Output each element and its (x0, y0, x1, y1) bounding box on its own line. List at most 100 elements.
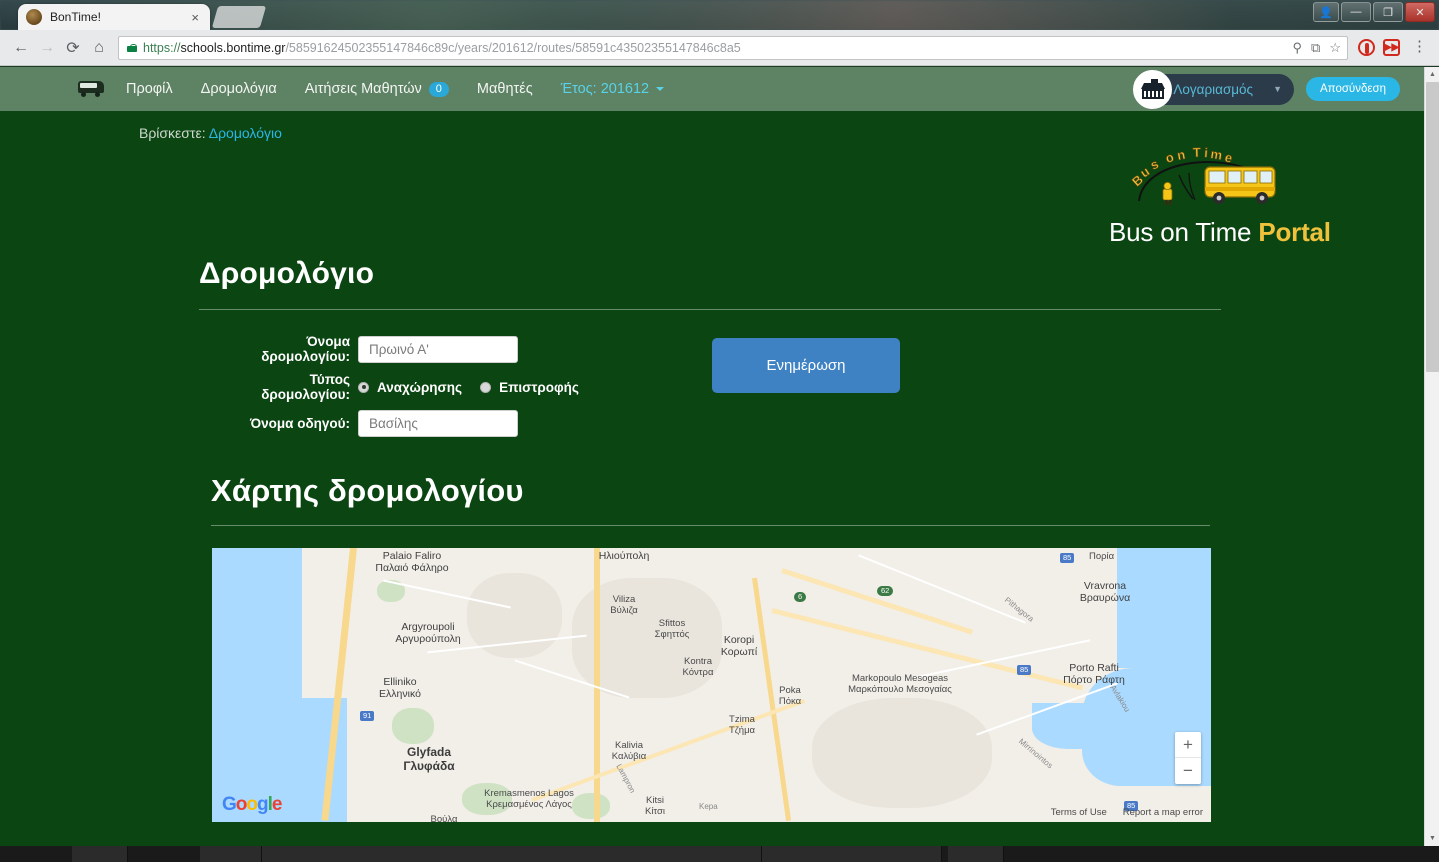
tab-close-icon[interactable]: × (188, 11, 202, 24)
road-shield-85-a: 85 (1017, 665, 1032, 675)
map-zoom-in-button[interactable]: + (1175, 732, 1201, 758)
map-label-poria: Πορία (1089, 551, 1115, 562)
os-taskbar (0, 846, 1439, 862)
toolbar-extensions: ▶▶ ⋮ (1354, 39, 1431, 56)
svg-text:e: e (1223, 149, 1234, 165)
chevron-down-icon (656, 87, 665, 91)
page-title: Δρομολόγιο (199, 257, 375, 290)
map-zoom-controls: + − (1175, 732, 1201, 784)
bookmark-star-icon[interactable]: ☆ (1329, 40, 1341, 56)
nav-item-profil[interactable]: Προφίλ (126, 81, 173, 97)
map-street-kepa: Kepa (699, 802, 718, 811)
child-figure-art (1162, 182, 1173, 205)
map-label-argyroupoli: Argyroupoli Αργυρούπολη (395, 621, 461, 645)
translate-icon[interactable]: ⧉ (1311, 40, 1320, 56)
user-profile-icon[interactable]: 👤 (1313, 2, 1339, 22)
svg-text:i: i (1204, 145, 1209, 160)
route-map[interactable]: Palaio Faliro Παλαιό Φάληρο Ηλιούπολη Arg… (212, 548, 1211, 822)
svg-text:T: T (1193, 145, 1202, 160)
map-hill-shade-2 (812, 698, 992, 808)
driver-name-input[interactable] (358, 410, 518, 437)
logout-button[interactable]: Αποσύνδεση (1306, 77, 1400, 101)
zoom-icon[interactable]: ⚲ (1293, 40, 1303, 56)
site-navbar: Προφίλ Δρομολόγια Αιτήσεις Μαθητών 0 Μαθ… (0, 67, 1424, 111)
nav-item-year-selector[interactable]: Έτος: 201612 (561, 81, 665, 97)
browser-toolbar: ← → ⟳ ⌂ https://schools.bontime.gr/58591… (0, 30, 1439, 66)
breadcrumb-current-link[interactable]: Δρομολόγιο (209, 125, 282, 141)
taskbar-item-2[interactable] (200, 846, 262, 862)
scroll-up-arrow-icon[interactable]: ▲ (1425, 67, 1439, 82)
downloader-extension-icon[interactable]: ▶▶ (1383, 39, 1400, 56)
reload-icon[interactable]: ⟳ (60, 35, 86, 61)
back-icon[interactable]: ← (8, 35, 34, 61)
route-form: Όνομα δρομολογίου: Τύπος δρομολογίου: Αν… (227, 334, 1424, 437)
bus-logo-icon[interactable] (78, 81, 104, 97)
bus-on-time-logo-icon: B u s o n T i m e (1109, 139, 1314, 217)
svg-text:o: o (1164, 149, 1176, 166)
page-scrollbar[interactable]: ▲ ▼ (1424, 67, 1439, 846)
breadcrumb-prefix: Βρίσκεστε: (139, 125, 206, 141)
lock-icon (127, 43, 137, 52)
nav-item-aitiseis-label: Αιτήσεις Μαθητών (304, 81, 422, 97)
window-controls: 👤 — ❐ ✕ (1313, 2, 1435, 22)
map-park-4 (572, 793, 610, 819)
url-text: https://schools.bontime.gr/5859162450235… (143, 41, 741, 55)
map-highway-diagonal-2 (781, 568, 973, 635)
window-maximize-button[interactable]: ❐ (1373, 2, 1403, 22)
chrome-menu-icon[interactable]: ⋮ (1408, 40, 1431, 54)
main-content: Δρομολόγιο Όνομα δρομολογίου: Τύπος δρομ… (0, 257, 1424, 822)
map-highway-mesogeion (531, 698, 806, 802)
update-button[interactable]: Ενημέρωση (712, 338, 900, 393)
window-minimize-button[interactable]: — (1341, 2, 1371, 22)
account-dropdown[interactable]: Λογαριασμός ▼ (1133, 69, 1294, 109)
svg-text:m: m (1210, 146, 1224, 163)
map-park-2 (392, 708, 434, 744)
map-label-elliniko: Elliniko Ελληνικό (379, 676, 421, 700)
taskbar-item-4[interactable] (762, 846, 942, 862)
route-name-input[interactable] (358, 335, 518, 363)
nav-item-profil-label: Προφίλ (126, 81, 173, 97)
radio-anachorisis-label: Αναχώρησης (377, 379, 463, 395)
home-icon[interactable]: ⌂ (86, 35, 112, 61)
taskbar-item-5[interactable] (948, 846, 1004, 862)
forward-icon[interactable]: → (34, 35, 60, 61)
nav-item-dromologia[interactable]: Δρομολόγια (201, 81, 277, 97)
driver-name-label: Όνομα οδηγού: (250, 416, 350, 431)
map-label-koropi: Koropi Κορωπί (720, 634, 758, 658)
map-label-glyfada: Glyfada Γλυφάδα (403, 745, 455, 773)
nav-item-aitiseis-mathiton[interactable]: Αιτήσεις Μαθητών 0 (305, 81, 449, 97)
svg-text:s: s (1148, 156, 1161, 173)
taskbar-item-3[interactable] (262, 846, 762, 862)
url-scheme: https:// (143, 40, 181, 55)
aitiseis-count-badge: 0 (428, 81, 449, 97)
tab-favicon-icon (26, 9, 42, 25)
taskbar-item-1[interactable] (72, 846, 128, 862)
scrollbar-thumb[interactable] (1426, 82, 1439, 372)
route-type-radio-group: Αναχώρησης Επιστροφής (358, 380, 589, 395)
address-bar[interactable]: https://schools.bontime.gr/5859162450235… (118, 35, 1348, 60)
map-water-east (1117, 548, 1211, 668)
opera-extension-icon[interactable] (1358, 39, 1375, 56)
route-type-label: Τύπος δρομολογίου: (261, 372, 350, 402)
map-terms-link[interactable]: Terms of Use (1051, 807, 1107, 818)
breadcrumb: Βρίσκεστε: Δρομολόγιο (139, 125, 282, 141)
nav-item-mathites-label: Μαθητές (476, 81, 533, 97)
new-tab-button[interactable] (211, 6, 267, 28)
account-chevron-down-icon: ▼ (1273, 84, 1282, 94)
radio-anachorisis[interactable] (358, 381, 369, 393)
browser-tab-bontime[interactable]: BonTime! × (18, 4, 210, 30)
map-park-3 (462, 783, 512, 815)
radio-epistrofis[interactable] (480, 381, 492, 393)
school-building-icon (1140, 79, 1166, 99)
map-label-markopoulo-mesogeas: Markopoulo Mesogeas Μαρκόπουλο Μεσογαίας (848, 673, 952, 695)
browser-title-bar: BonTime! × 👤 — ❐ ✕ (0, 0, 1439, 30)
url-path: /58591624502355147846c89c/years/201612/r… (285, 40, 741, 55)
scroll-down-arrow-icon[interactable]: ▼ (1425, 831, 1439, 846)
nav-item-mathites[interactable]: Μαθητές (477, 81, 533, 97)
window-close-button[interactable]: ✕ (1405, 2, 1435, 22)
google-logo: Google (222, 794, 282, 815)
driver-name-row: Όνομα οδηγού: (227, 410, 1424, 437)
map-report-error-link[interactable]: Report a map error (1123, 807, 1203, 818)
map-zoom-out-button[interactable]: − (1175, 758, 1201, 784)
map-section-title: Χάρτης δρομολογίου (211, 473, 524, 508)
